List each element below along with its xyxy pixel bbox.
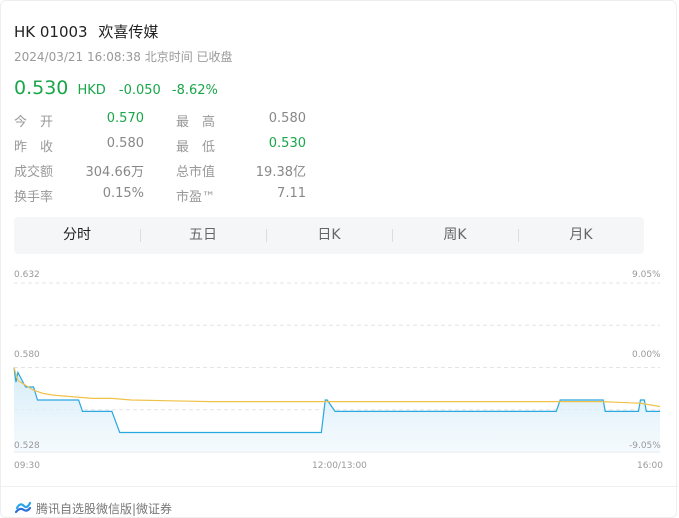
x-tick-label: 09:30 — [14, 461, 40, 471]
intraday-chart — [13, 282, 661, 453]
x-tick-label: 16:00 — [637, 461, 663, 471]
footer: 腾讯自选股微信版|微证券 — [1, 486, 678, 518]
y-pct-tick-label: 9.05% — [632, 270, 661, 280]
y-pct-tick-label: 0.00% — [632, 350, 661, 360]
y-tick-label: 0.632 — [14, 270, 40, 280]
tencent-stock-logo-icon — [15, 501, 31, 514]
footer-source-text[interactable]: 腾讯自选股微信版|微证券 — [36, 500, 172, 517]
stock-quote-card: HK 01003 欢喜传媒 2024/03/21 16:08:38 北京时间 已… — [0, 0, 678, 518]
y-pct-tick-label: -9.05% — [629, 441, 661, 451]
y-tick-label: 0.580 — [14, 350, 40, 360]
y-tick-label: 0.528 — [14, 441, 40, 451]
x-tick-label: 12:00/13:00 — [312, 461, 367, 471]
